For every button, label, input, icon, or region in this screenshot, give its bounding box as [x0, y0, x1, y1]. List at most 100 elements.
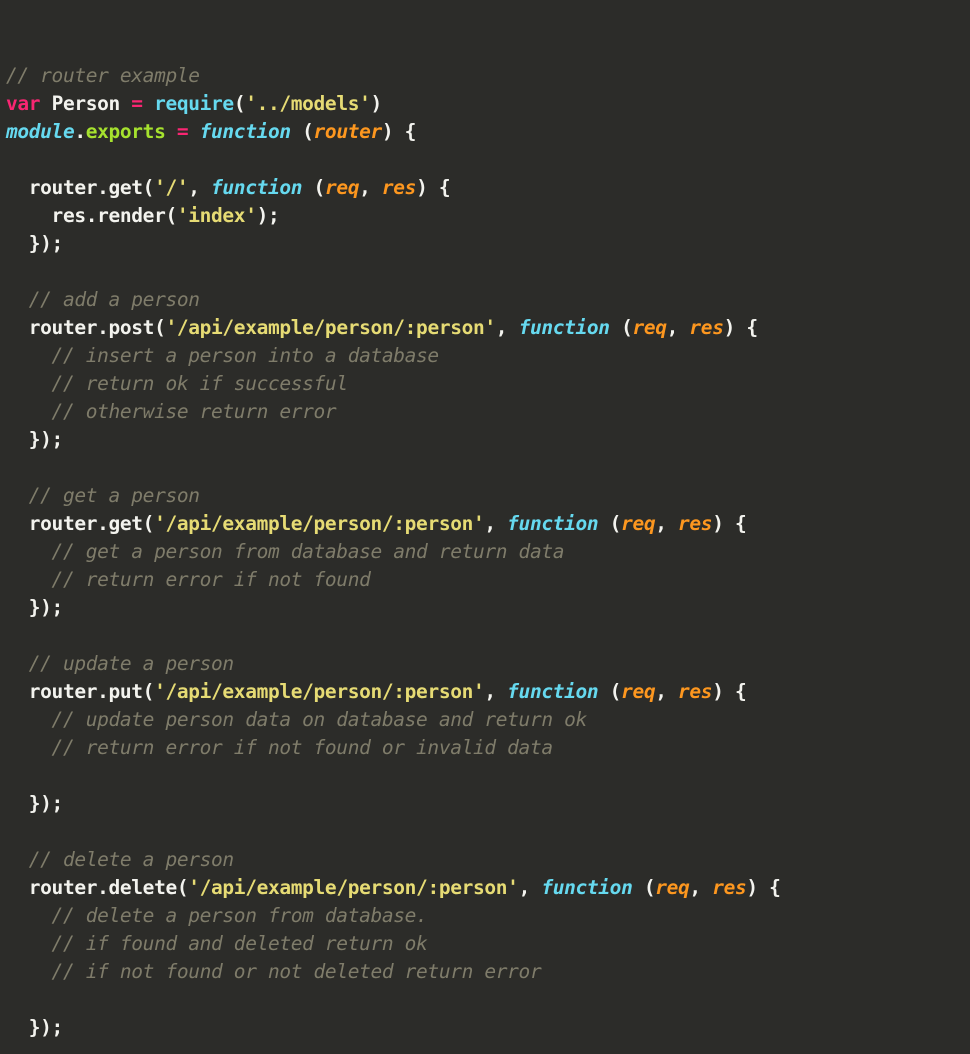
code-token: 'index'	[176, 204, 257, 227]
code-line: // if not found or not deleted return er…	[6, 958, 970, 986]
code-token: function	[507, 512, 599, 535]
code-token: // update person data on database and re…	[6, 708, 588, 731]
code-line: // router example	[6, 62, 970, 90]
code-line: router.get('/api/example/person/:person'…	[6, 510, 970, 538]
code-token: // router example	[6, 64, 200, 87]
code-token: var	[6, 92, 41, 115]
code-line: // get a person from database and return…	[6, 538, 970, 566]
code-token: router.delete(	[6, 876, 189, 899]
code-token: (	[233, 92, 246, 115]
code-token: =	[131, 92, 143, 115]
code-token: });	[6, 1016, 64, 1039]
code-token: // get a person from database and return…	[6, 540, 565, 563]
code-token: require	[154, 92, 234, 115]
code-token: // get a person	[6, 484, 200, 507]
code-line: });	[6, 1014, 970, 1042]
code-token: ,	[655, 680, 679, 703]
code-token: '/api/example/person/:person'	[165, 316, 496, 339]
code-line: });	[6, 594, 970, 622]
code-token: function	[507, 680, 599, 703]
code-token: ) {	[381, 120, 417, 143]
code-token: router.put(	[6, 680, 155, 703]
code-line: router.delete('/api/example/person/:pers…	[6, 874, 970, 902]
code-token: // add a person	[6, 288, 200, 311]
code-line: // get a person	[6, 482, 970, 510]
code-token: =	[176, 120, 189, 143]
code-token: function	[199, 120, 291, 143]
code-line: // return error if not found or invalid …	[6, 734, 970, 762]
code-token: );	[256, 204, 280, 227]
code-line: // insert a person into a database	[6, 342, 970, 370]
code-token: )	[370, 92, 383, 115]
code-token: ,	[666, 316, 690, 339]
code-line: // otherwise return error	[6, 398, 970, 426]
code-token: // return error if not found	[6, 568, 371, 591]
code-token: ) {	[723, 316, 759, 339]
code-token: (	[632, 876, 656, 899]
code-token: (	[609, 316, 633, 339]
code-line: // delete a person from database.	[6, 902, 970, 930]
code-token: });	[6, 232, 64, 255]
code-line: // add a person	[6, 286, 970, 314]
code-token: res	[381, 176, 417, 199]
code-token: // if found and deleted return ok	[6, 932, 428, 955]
code-line: res.render('index');	[6, 202, 970, 230]
code-token: (	[598, 512, 622, 535]
code-token: ,	[359, 176, 382, 199]
code-token: ) {	[746, 876, 781, 899]
code-token: res	[678, 512, 713, 535]
code-line: router.get('/', function (req, res) {	[6, 174, 970, 202]
code-token: // insert a person into a database	[6, 344, 440, 367]
code-token: });	[6, 596, 64, 619]
code-token: // if not found or not deleted return er…	[6, 960, 542, 983]
code-token: (	[302, 176, 326, 199]
code-line: var Person = require('../models')	[6, 90, 970, 118]
code-token: ,	[484, 680, 508, 703]
code-token: ,	[484, 512, 508, 535]
code-line: router.put('/api/example/person/:person'…	[6, 678, 970, 706]
code-token: function	[211, 176, 303, 199]
code-token: exports	[85, 120, 166, 143]
code-token: router.get(	[6, 512, 155, 535]
code-line: });	[6, 790, 970, 818]
code-line: // return ok if successful	[6, 370, 970, 398]
code-token: (	[290, 120, 314, 143]
code-token: Person	[51, 92, 121, 115]
code-token: ,	[188, 176, 212, 199]
code-token: });	[6, 792, 64, 815]
code-token: '../models'	[245, 92, 371, 115]
code-token: // delete a person from database.	[6, 904, 428, 927]
code-token: // return error if not found or invalid …	[6, 736, 554, 759]
code-token: '/api/example/person/:person'	[154, 680, 485, 703]
code-editor-viewport[interactable]: // router example var Person = require('.…	[0, 0, 970, 1054]
code-line: });	[6, 230, 970, 258]
code-token: router.get(	[6, 176, 155, 199]
code-token: // return ok if successful	[6, 372, 349, 395]
code-token: res	[712, 876, 747, 899]
code-token: function	[518, 316, 610, 339]
code-token: module	[6, 120, 75, 143]
code-token: });	[6, 428, 64, 451]
code-line-list: // router example var Person = require('.…	[6, 62, 970, 1054]
code-token: // update a person	[6, 652, 234, 675]
code-token: ,	[655, 512, 679, 535]
code-line: });	[6, 426, 970, 454]
code-line: // update a person	[6, 650, 970, 678]
code-token: // otherwise return error	[6, 400, 337, 423]
code-line: module.exports = function (router) {	[6, 118, 970, 146]
code-token: '/api/example/person/:person'	[154, 512, 485, 535]
code-token: req	[324, 176, 360, 199]
code-token: .	[74, 120, 86, 143]
